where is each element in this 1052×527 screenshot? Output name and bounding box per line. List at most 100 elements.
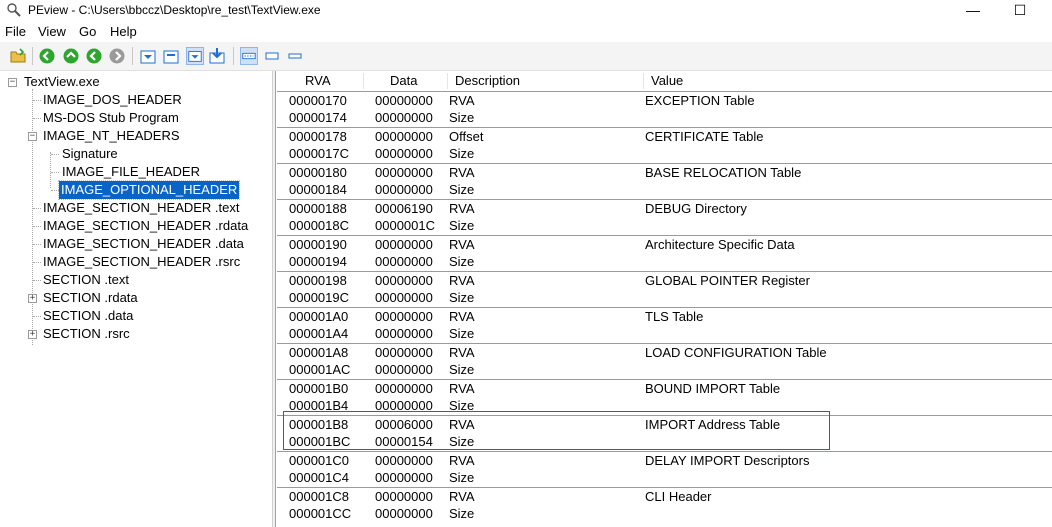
cell-rva: 00000198 xyxy=(289,273,347,288)
cell-data: 00000000 xyxy=(375,237,433,252)
table-row[interactable]: 00000194 00000000 Size xyxy=(277,253,1052,271)
cell-data: 00000000 xyxy=(375,470,433,485)
cell-rva: 000001A8 xyxy=(289,345,349,360)
tree-item-section-data[interactable]: SECTION .data xyxy=(43,307,133,325)
tree-item-ms-dos-stub[interactable]: MS-DOS Stub Program xyxy=(43,109,179,127)
cell-value: BASE RELOCATION Table xyxy=(645,165,802,180)
table-row[interactable]: 000001B0 00000000 RVA BOUND IMPORT Table xyxy=(277,379,1052,398)
menu-file[interactable]: File xyxy=(5,24,26,39)
table-row[interactable]: 00000178 00000000 Offset CERTIFICATE Table xyxy=(277,127,1052,146)
cell-value: CERTIFICATE Table xyxy=(645,129,764,144)
table-row[interactable]: 00000188 00006190 RVA DEBUG Directory xyxy=(277,199,1052,218)
pane-splitter[interactable] xyxy=(272,71,276,527)
tree-item-section-header-rsrc[interactable]: IMAGE_SECTION_HEADER .rsrc xyxy=(43,253,240,271)
cell-description: Size xyxy=(449,506,475,521)
tree-item-image-file-header[interactable]: IMAGE_FILE_HEADER xyxy=(62,163,200,181)
table-row[interactable]: 0000018C 0000001C Size xyxy=(277,217,1052,235)
table-row[interactable]: 00000190 00000000 RVA Architecture Specific… xyxy=(277,235,1052,254)
collapse-icon[interactable] xyxy=(139,47,157,65)
cell-description: Size xyxy=(449,110,475,125)
cell-description: Size xyxy=(449,326,475,341)
table-row[interactable]: 00000174 00000000 Size xyxy=(277,109,1052,127)
table-row[interactable]: 0000019C 00000000 Size xyxy=(277,289,1052,307)
cell-rva: 00000178 xyxy=(289,129,347,144)
cell-data: 00000000 xyxy=(375,93,433,108)
cell-data: 00000000 xyxy=(375,506,433,521)
tree-item-signature[interactable]: Signature xyxy=(62,145,118,163)
cell-data: 00000000 xyxy=(375,165,433,180)
table-row[interactable]: 00000170 00000000 RVA EXCEPTION Table xyxy=(277,91,1052,110)
tree-item-section-header-text[interactable]: IMAGE_SECTION_HEADER .text xyxy=(43,199,240,217)
cell-description: Size xyxy=(449,470,475,485)
cell-description: RVA xyxy=(449,201,475,216)
cell-data: 0000001C xyxy=(375,218,435,233)
table-row[interactable]: 000001A8 00000000 RVA LOAD CONFIGURATION Ta… xyxy=(277,343,1052,362)
tree-item-image-dos-header[interactable]: IMAGE_DOS_HEADER xyxy=(43,91,182,109)
cell-rva: 00000190 xyxy=(289,237,347,252)
tree-collapse-toggle[interactable]: − xyxy=(8,78,17,87)
open-icon[interactable] xyxy=(9,47,27,65)
table-row[interactable]: 0000017C 00000000 Size xyxy=(277,145,1052,163)
cell-value: EXCEPTION Table xyxy=(645,93,755,108)
tree-item-section-header-rdata[interactable]: IMAGE_SECTION_HEADER .rdata xyxy=(43,217,248,235)
menu-help[interactable]: Help xyxy=(110,24,137,39)
cell-rva: 00000174 xyxy=(289,110,347,125)
detail-list-view: RVA Data Description Value 00000170 00000… xyxy=(277,71,1052,527)
tree-expand-toggle[interactable]: + xyxy=(28,330,37,339)
tree-item-image-nt-headers[interactable]: IMAGE_NT_HEADERS xyxy=(43,127,180,145)
cell-rva: 00000180 xyxy=(289,165,347,180)
back-icon[interactable] xyxy=(38,47,56,65)
menu-go[interactable]: Go xyxy=(79,24,96,39)
column-header-value[interactable]: Value xyxy=(651,71,683,91)
cell-value: TLS Table xyxy=(645,309,704,324)
menu-view[interactable]: View xyxy=(38,24,66,39)
column-header-data[interactable]: Data xyxy=(390,71,417,91)
cell-rva: 0000019C xyxy=(289,290,349,305)
tree-item-textview-exe[interactable]: TextView.exe xyxy=(24,73,100,91)
table-row[interactable]: 000001A0 00000000 RVA TLS Table xyxy=(277,307,1052,326)
cell-description: Size xyxy=(449,362,475,377)
cell-description: RVA xyxy=(449,93,475,108)
table-row[interactable]: 000001CC 00000000 Size xyxy=(277,505,1052,523)
cell-rva: 000001C4 xyxy=(289,470,349,485)
tree-item-section-rsrc[interactable]: SECTION .rsrc xyxy=(43,325,130,343)
table-row[interactable]: 00000180 00000000 RVA BASE RELOCATION Table xyxy=(277,163,1052,182)
cell-rva: 00000194 xyxy=(289,254,347,269)
tree-item-section-rdata[interactable]: SECTION .rdata xyxy=(43,289,138,307)
forward-icon[interactable] xyxy=(62,47,80,65)
view-text-icon[interactable] xyxy=(263,47,281,65)
cell-data: 00000000 xyxy=(375,146,433,161)
cell-description: Offset xyxy=(449,129,484,144)
previous-icon[interactable] xyxy=(85,47,103,65)
view-hex-icon[interactable] xyxy=(240,47,258,65)
view-details-icon[interactable] xyxy=(186,47,204,65)
cell-description: Size xyxy=(449,254,475,269)
view-list-icon[interactable] xyxy=(286,47,304,65)
next-icon[interactable] xyxy=(108,47,126,65)
minimize-button[interactable]: — xyxy=(950,0,996,22)
maximize-button[interactable]: ☐ xyxy=(997,0,1043,22)
table-row[interactable]: 000001AC 00000000 Size xyxy=(277,361,1052,379)
cell-data: 00000000 xyxy=(375,110,433,125)
table-row[interactable]: 00000198 00000000 RVA GLOBAL POINTER Regist… xyxy=(277,271,1052,290)
table-row[interactable]: 00000184 00000000 Size xyxy=(277,181,1052,199)
expand-icon[interactable] xyxy=(162,47,180,65)
cell-rva: 000001A4 xyxy=(289,326,349,341)
tree-item-section-header-data[interactable]: IMAGE_SECTION_HEADER .data xyxy=(43,235,244,253)
cell-data: 00000000 xyxy=(375,453,433,468)
cell-description: RVA xyxy=(449,381,475,396)
table-row[interactable]: 000001C4 00000000 Size xyxy=(277,469,1052,487)
magnifier-icon xyxy=(7,3,21,17)
tree-collapse-toggle[interactable]: − xyxy=(28,132,37,141)
tree-expand-toggle[interactable]: + xyxy=(28,294,37,303)
table-row[interactable]: 000001A4 00000000 Size xyxy=(277,325,1052,343)
view-bytes-icon[interactable] xyxy=(208,47,226,65)
cell-data: 00000000 xyxy=(375,273,433,288)
tree-item-image-optional-header[interactable]: IMAGE_OPTIONAL_HEADER xyxy=(57,180,241,200)
column-header-description[interactable]: Description xyxy=(455,71,520,91)
table-row[interactable]: 000001C0 00000000 RVA DELAY IMPORT Descript… xyxy=(277,451,1052,470)
table-row[interactable]: 000001C8 00000000 RVA CLI Header xyxy=(277,487,1052,506)
tree-item-section-text[interactable]: SECTION .text xyxy=(43,271,129,289)
cell-data: 00000000 xyxy=(375,345,433,360)
column-header-rva[interactable]: RVA xyxy=(305,71,331,91)
